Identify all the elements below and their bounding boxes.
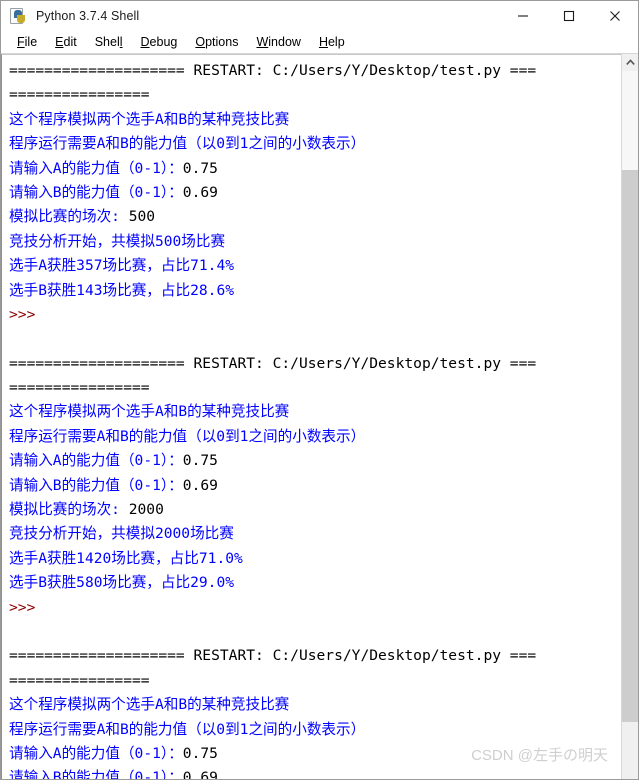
console-prompt-text: 模拟比赛的场次: [9, 501, 129, 519]
console-prompt-text: 请输入B的能力值（0-1）： [9, 769, 183, 779]
console-line: 模拟比赛的场次: 2000 [2, 498, 621, 522]
console-user-input: 0.75 [182, 744, 218, 762]
console-line: 竞技分析开始，共模拟2000场比赛 [9, 525, 234, 543]
menu-item-help[interactable]: Help [310, 31, 354, 53]
console-user-input: 0.75 [182, 452, 218, 470]
vertical-scrollbar[interactable] [621, 54, 638, 779]
menu-bar: File Edit Shell Debug Options Window Help [1, 31, 638, 54]
menu-item-window[interactable]: Window [247, 31, 309, 53]
console-prompt-text: 请输入B的能力值（0-1）： [9, 476, 183, 494]
console-line: ================ [9, 671, 150, 689]
python-idle-shell-window: Python 3.7.4 Shell File Edit Shell Debug Opt [0, 0, 639, 780]
console-user-input: 0.69 [182, 476, 218, 494]
console-line: 请输入B的能力值（0-1）：0.69 [2, 474, 621, 498]
window-title: Python 3.7.4 Shell [36, 9, 140, 23]
menu-item-file[interactable]: File [8, 31, 46, 53]
console-line: 选手B获胜580场比赛，占比29.0% [9, 574, 235, 592]
window-controls [500, 1, 638, 31]
console-line: 模拟比赛的场次: 500 [2, 205, 621, 229]
console-prompt-text: 模拟比赛的场次: [9, 208, 129, 226]
console-line: 请输入A的能力值（0-1）：0.75 [2, 449, 621, 473]
close-icon [610, 11, 620, 21]
title-bar: Python 3.7.4 Shell [1, 1, 638, 31]
console-line: ==================== RESTART: C:/Users/Y… [9, 647, 537, 665]
console-line: ==================== RESTART: C:/Users/Y… [9, 354, 537, 372]
console-line: 这个程序模拟两个选手A和B的某种竞技比赛 [9, 696, 290, 714]
scroll-up-button[interactable] [622, 54, 638, 71]
console-line: ================ [9, 379, 150, 397]
menu-item-debug[interactable]: Debug [132, 31, 187, 53]
scrollbar-track-top[interactable] [622, 71, 638, 171]
console-line: 请输入B的能力值（0-1）：0.69 [2, 181, 621, 205]
console-line: 程序运行需要A和B的能力值（以0到1之间的小数表示） [9, 720, 366, 738]
python-file-icon [10, 7, 27, 25]
shell-prompt: >>> [9, 305, 45, 323]
console-line: 请输入B的能力值（0-1）：0.69 [2, 766, 621, 779]
console-line: ================ [9, 86, 150, 104]
scrollbar-thumb[interactable] [622, 170, 638, 723]
close-button[interactable] [592, 1, 638, 31]
maximize-button[interactable] [546, 1, 592, 31]
console-line: 程序运行需要A和B的能力值（以0到1之间的小数表示） [9, 427, 366, 445]
console-user-input: 500 [128, 208, 156, 226]
menu-item-shell[interactable]: Shell [86, 31, 132, 53]
console-line: 选手A获胜357场比赛，占比71.4% [9, 257, 235, 275]
console-prompt-text: 请输入A的能力值（0-1）： [9, 744, 183, 762]
console-user-input: 2000 [128, 501, 164, 519]
minimize-icon [518, 15, 528, 17]
console-prompt-text: 请输入B的能力值（0-1）： [9, 183, 183, 201]
console-line: 请输入A的能力值（0-1）：0.75 [2, 742, 621, 766]
console-line: 选手A获胜1420场比赛，占比71.0% [9, 549, 243, 567]
shell-prompt: >>> [9, 598, 45, 616]
console-user-input: 0.69 [182, 769, 218, 779]
console-line: 请输入A的能力值（0-1）：0.75 [2, 157, 621, 181]
console-prompt-text: 请输入A的能力值（0-1）： [9, 159, 183, 177]
console-line: ==================== RESTART: C:/Users/Y… [9, 62, 537, 79]
console-prompt-text: 请输入A的能力值（0-1）： [9, 452, 183, 470]
maximize-icon [563, 10, 575, 22]
console-line: 选手B获胜143场比赛，占比28.6% [9, 281, 235, 299]
menu-item-edit[interactable]: Edit [46, 31, 86, 53]
console-user-input: 0.75 [182, 159, 218, 177]
shell-body: ==================== RESTART: C:/Users/Y… [1, 54, 638, 779]
chevron-up-icon [626, 59, 635, 65]
console-line: 这个程序模拟两个选手A和B的某种竞技比赛 [9, 403, 290, 421]
shell-output-console[interactable]: ==================== RESTART: C:/Users/Y… [1, 54, 621, 779]
console-line: 竞技分析开始，共模拟500场比赛 [9, 232, 226, 250]
console-user-input: 0.69 [182, 183, 218, 201]
menu-item-options[interactable]: Options [186, 31, 247, 53]
console-line: 这个程序模拟两个选手A和B的某种竞技比赛 [9, 110, 290, 128]
minimize-button[interactable] [500, 1, 546, 31]
console-line: 程序运行需要A和B的能力值（以0到1之间的小数表示） [9, 135, 366, 153]
